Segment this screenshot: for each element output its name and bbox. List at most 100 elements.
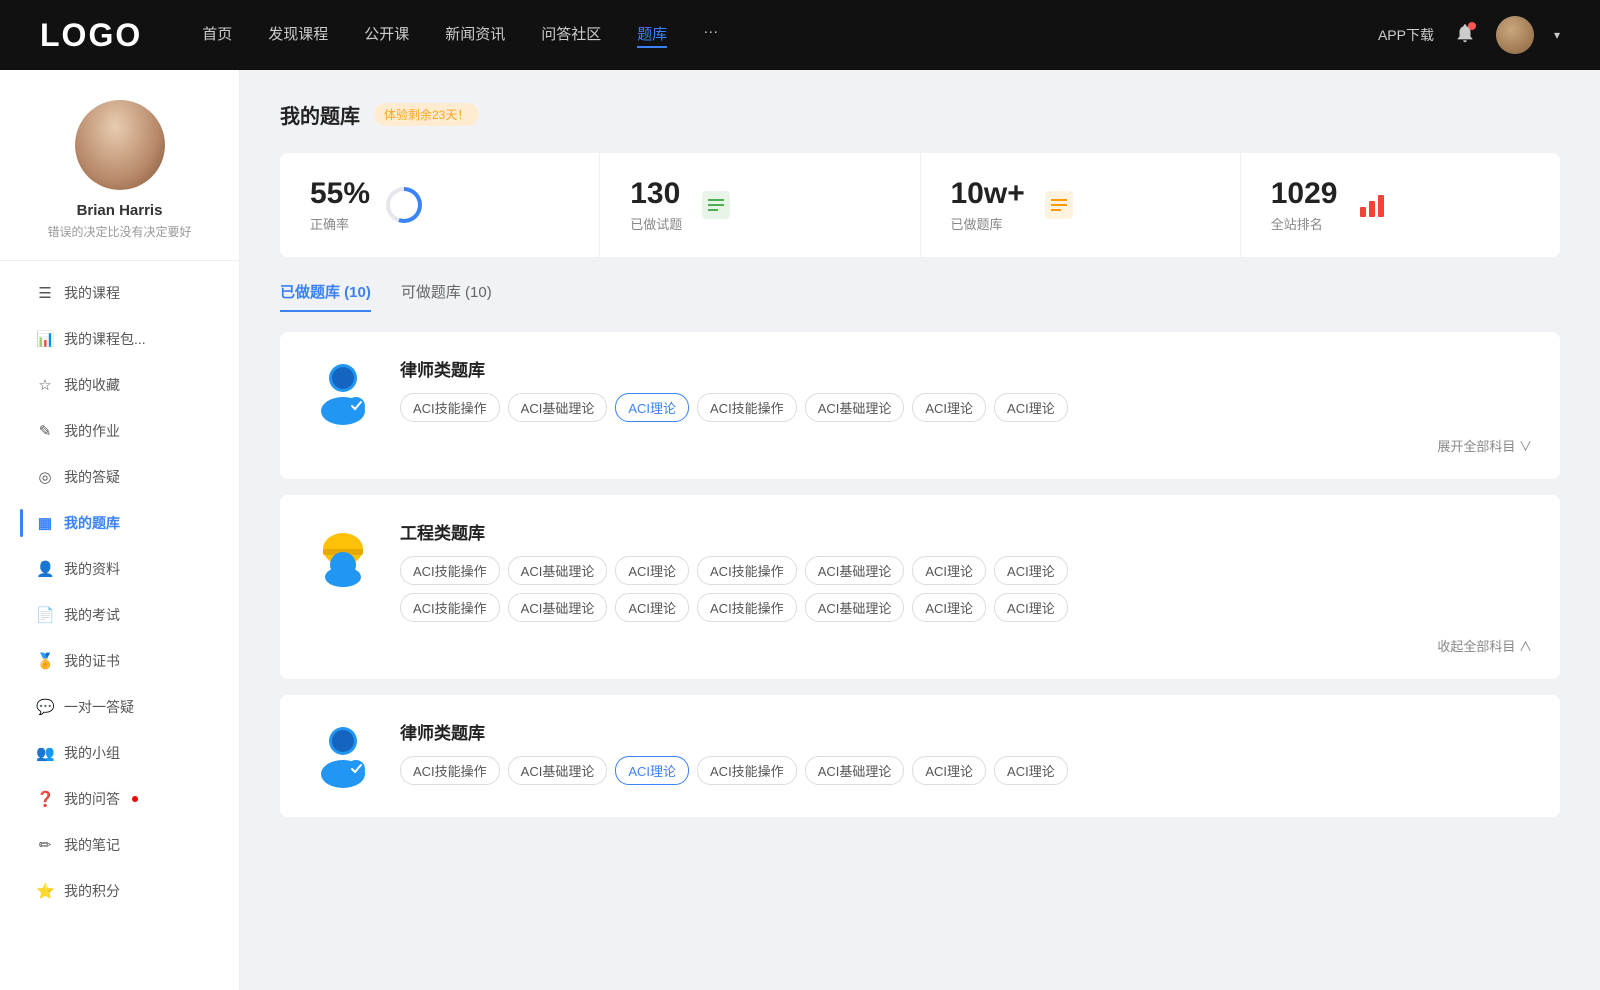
qbank-title-engineer: 工程类题库 xyxy=(400,519,1532,544)
tag[interactable]: ACI理论 xyxy=(994,593,1068,622)
nav-news[interactable]: 新闻资讯 xyxy=(445,23,505,48)
stat-label-rank: 全站排名 xyxy=(1271,214,1338,233)
sidebar-label: 我的题库 xyxy=(64,513,120,533)
user-avatar[interactable] xyxy=(1496,16,1534,54)
tag-active[interactable]: ACI理论 xyxy=(615,756,689,785)
sidebar-item-my-questions[interactable]: ❓ 我的问答 xyxy=(20,777,239,821)
tabs-row: 已做题库 (10) 可做题库 (10) xyxy=(280,281,1560,312)
unread-dot xyxy=(132,796,138,802)
tag[interactable]: ACI基础理论 xyxy=(508,556,608,585)
sidebar-item-my-qbank[interactable]: ▦ 我的题库 xyxy=(20,501,239,545)
tag[interactable]: ACI基础理论 xyxy=(508,756,608,785)
tag[interactable]: ACI基础理论 xyxy=(508,593,608,622)
nav-qbank[interactable]: 题库 xyxy=(637,23,667,48)
tag[interactable]: ACI基础理论 xyxy=(805,393,905,422)
sidebar-item-my-cert[interactable]: 🏅 我的证书 xyxy=(20,639,239,683)
sidebar-item-my-qa[interactable]: ◎ 我的答疑 xyxy=(20,455,239,499)
profile-icon: 👤 xyxy=(36,560,54,578)
tag[interactable]: ACI技能操作 xyxy=(697,756,797,785)
page-title: 我的题库 xyxy=(280,100,360,129)
stat-label-accuracy: 正确率 xyxy=(310,214,370,233)
tag[interactable]: ACI技能操作 xyxy=(400,556,500,585)
tag[interactable]: ACI理论 xyxy=(912,393,986,422)
user-menu-chevron[interactable]: ▾ xyxy=(1554,28,1560,42)
qbank-body-lawyer-2: 律师类题库 ACI技能操作 ACI基础理论 ACI理论 ACI技能操作 ACI基… xyxy=(400,719,1532,793)
qbank-body-engineer: 工程类题库 ACI技能操作 ACI基础理论 ACI理论 ACI技能操作 ACI基… xyxy=(400,519,1532,655)
notes-icon: ✏ xyxy=(36,836,54,854)
sidebar-item-my-notes[interactable]: ✏ 我的笔记 xyxy=(20,823,239,867)
sidebar-label: 我的笔记 xyxy=(64,835,120,855)
pie-chart-icon xyxy=(386,187,422,223)
sidebar-item-my-course[interactable]: ☰ 我的课程 xyxy=(20,271,239,315)
nav-discover[interactable]: 发现课程 xyxy=(268,23,328,48)
profile-name: Brian Harris xyxy=(77,202,163,219)
sidebar-menu: ☰ 我的课程 📊 我的课程包... ☆ 我的收藏 ✎ 我的作业 ◎ 我的答疑 ▦ xyxy=(0,271,239,913)
tab-available-banks[interactable]: 可做题库 (10) xyxy=(401,281,492,312)
sidebar-label: 我的资料 xyxy=(64,559,120,579)
sidebar-label: 我的小组 xyxy=(64,743,120,763)
sidebar-item-my-points[interactable]: ⭐ 我的积分 xyxy=(20,869,239,913)
exam-icon: 📄 xyxy=(36,606,54,624)
tag[interactable]: ACI理论 xyxy=(615,556,689,585)
tag[interactable]: ACI理论 xyxy=(994,556,1068,585)
sidebar-label: 我的课程 xyxy=(64,283,120,303)
avatar-image xyxy=(75,100,165,190)
sidebar-label: 我的收藏 xyxy=(64,375,120,395)
logo[interactable]: LOGO xyxy=(40,17,142,54)
trial-badge: 体验剩余23天！ xyxy=(374,103,479,126)
sidebar-item-my-exam[interactable]: 📄 我的考试 xyxy=(20,593,239,637)
tab-done-banks[interactable]: 已做题库 (10) xyxy=(280,281,371,312)
nav-open[interactable]: 公开课 xyxy=(364,23,409,48)
tag[interactable]: ACI基础理论 xyxy=(805,756,905,785)
tag[interactable]: ACI技能操作 xyxy=(697,393,797,422)
lawyer-icon-2 xyxy=(308,719,378,789)
sidebar-item-my-profile[interactable]: 👤 我的资料 xyxy=(20,547,239,591)
tag[interactable]: ACI技能操作 xyxy=(400,393,500,422)
sidebar-item-my-group[interactable]: 👥 我的小组 xyxy=(20,731,239,775)
sidebar-profile: Brian Harris 错误的决定比没有决定要好 xyxy=(0,100,239,261)
course-icon: ☰ xyxy=(36,284,54,302)
tag[interactable]: ACI理论 xyxy=(912,593,986,622)
nav-qa[interactable]: 问答社区 xyxy=(541,23,601,48)
tag[interactable]: ACI理论 xyxy=(912,556,986,585)
nav-home[interactable]: 首页 xyxy=(202,23,232,48)
tag[interactable]: ACI基础理论 xyxy=(805,556,905,585)
nav-more[interactable]: ··· xyxy=(703,23,718,48)
tag[interactable]: ACI技能操作 xyxy=(400,593,500,622)
tag[interactable]: ACI技能操作 xyxy=(697,556,797,585)
page-header: 我的题库 体验剩余23天！ xyxy=(280,100,1560,129)
sidebar-label: 一对一答疑 xyxy=(64,697,134,717)
sidebar-label: 我的考试 xyxy=(64,605,120,625)
tag-active[interactable]: ACI理论 xyxy=(615,393,689,422)
sidebar-item-my-package[interactable]: 📊 我的课程包... xyxy=(20,317,239,361)
tag[interactable]: ACI技能操作 xyxy=(697,593,797,622)
ranking-icon xyxy=(1352,185,1392,225)
avatar-image xyxy=(1496,16,1534,54)
qbank-card-engineer: 工程类题库 ACI技能操作 ACI基础理论 ACI理论 ACI技能操作 ACI基… xyxy=(280,495,1560,679)
collapse-link-engineer[interactable]: 收起全部科目 ∧ xyxy=(400,630,1532,655)
nav-links: 首页 发现课程 公开课 新闻资讯 问答社区 题库 ··· xyxy=(202,23,1378,48)
tag[interactable]: ACI基础理论 xyxy=(508,393,608,422)
tag[interactable]: ACI技能操作 xyxy=(400,756,500,785)
tag[interactable]: ACI理论 xyxy=(994,756,1068,785)
qbank-body-lawyer-1: 律师类题库 ACI技能操作 ACI基础理论 ACI理论 ACI技能操作 ACI基… xyxy=(400,356,1532,455)
stat-accuracy: 55% 正确率 xyxy=(280,153,600,257)
done-questions-icon xyxy=(696,185,736,225)
app-download-button[interactable]: APP下载 xyxy=(1378,25,1434,45)
sidebar-item-my-favorites[interactable]: ☆ 我的收藏 xyxy=(20,363,239,407)
qbank-title-lawyer-1: 律师类题库 xyxy=(400,356,1532,381)
notification-bell[interactable] xyxy=(1454,22,1476,49)
stat-value-rank: 1029 xyxy=(1271,177,1338,210)
navbar: LOGO 首页 发现课程 公开课 新闻资讯 问答社区 题库 ··· APP下载 … xyxy=(0,0,1600,70)
stat-value-done-q: 130 xyxy=(630,177,682,210)
stat-value-accuracy: 55% xyxy=(310,177,370,210)
sidebar-item-my-homework[interactable]: ✎ 我的作业 xyxy=(20,409,239,453)
tag[interactable]: ACI基础理论 xyxy=(805,593,905,622)
expand-link-lawyer-1[interactable]: 展开全部科目 ∨ xyxy=(400,430,1532,455)
sidebar: Brian Harris 错误的决定比没有决定要好 ☰ 我的课程 📊 我的课程包… xyxy=(0,70,240,990)
stat-done-banks: 10w+ 已做题库 xyxy=(921,153,1241,257)
tag[interactable]: ACI理论 xyxy=(615,593,689,622)
tag[interactable]: ACI理论 xyxy=(994,393,1068,422)
tag[interactable]: ACI理论 xyxy=(912,756,986,785)
sidebar-item-one-on-one[interactable]: 💬 一对一答疑 xyxy=(20,685,239,729)
